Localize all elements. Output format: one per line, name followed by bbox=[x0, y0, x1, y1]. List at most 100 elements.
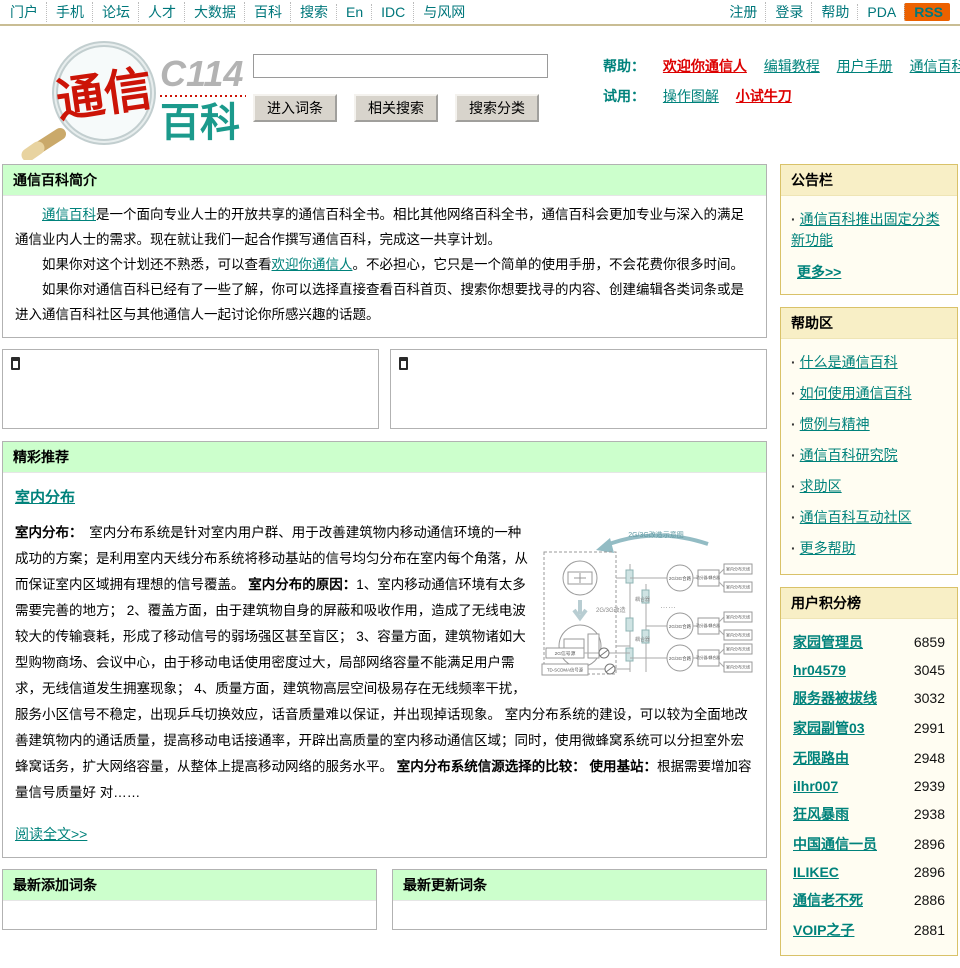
edit-tutorial-link[interactable]: 编辑教程 bbox=[764, 58, 820, 74]
trial-row: 试用： 操作图解 小试牛刀 bbox=[603, 81, 960, 111]
related-search-button[interactable]: 相关搜索 bbox=[354, 94, 438, 122]
enter-entry-button[interactable]: 进入词条 bbox=[253, 94, 337, 122]
help-zone-body: 什么是通信百科 如何使用通信百科 惯例与精神 通信百科研究院 求助区 通信百科互… bbox=[781, 339, 957, 574]
help-label: 帮助： bbox=[603, 58, 645, 74]
logo-brand-text: C114 bbox=[160, 53, 243, 94]
logo-sub-text: 百科 bbox=[160, 101, 240, 145]
article-seg-bold: 室内分布： bbox=[15, 525, 76, 540]
placeholder-row bbox=[2, 349, 767, 429]
help-zone-item: 什么是通信百科 bbox=[791, 347, 949, 378]
leaderboard-user-link[interactable]: ilhr007 bbox=[793, 778, 838, 794]
search-area: 进入词条 相关搜索 搜索分类 bbox=[253, 38, 561, 154]
leaderboard-points: 2939 bbox=[913, 778, 945, 794]
try-it-link[interactable]: 小试牛刀 bbox=[736, 88, 792, 104]
svg-text:2G/3G合路: 2G/3G合路 bbox=[669, 623, 692, 630]
help-zone-link[interactable]: 更多帮助 bbox=[800, 540, 856, 556]
leaderboard-title: 用户积分榜 bbox=[781, 588, 957, 619]
leaderboard-user-link[interactable]: hr04579 bbox=[793, 662, 846, 678]
search-buttons: 进入词条 相关搜索 搜索分类 bbox=[253, 94, 561, 122]
nav-en[interactable]: En bbox=[336, 4, 363, 20]
help-zone-link[interactable]: 通信百科研究院 bbox=[800, 447, 898, 463]
nav-bigdata[interactable]: 大数据 bbox=[184, 2, 236, 22]
help-zone-link[interactable]: 通信百科互动社区 bbox=[800, 509, 912, 525]
site-logo: 通信 C114 百科 bbox=[8, 38, 253, 162]
nav-pda[interactable]: PDA bbox=[857, 4, 896, 20]
nav-login[interactable]: 登录 bbox=[765, 2, 803, 22]
announcement-body: 通信百科推出固定分类新功能 更多>> bbox=[781, 196, 957, 294]
svg-text:室内分布天线: 室内分布天线 bbox=[726, 584, 750, 590]
nav-forum[interactable]: 论坛 bbox=[92, 2, 130, 22]
announcement-more-link[interactable]: 更多>> bbox=[797, 262, 841, 282]
leaderboard-user-link[interactable]: 家园副管03 bbox=[793, 718, 865, 738]
svg-text:2G/3G合路: 2G/3G合路 bbox=[669, 575, 692, 582]
leaderboard-user-link[interactable]: 狂风暴雨 bbox=[793, 804, 849, 824]
leaderboard-points: 2948 bbox=[913, 750, 945, 766]
baike-inline-link[interactable]: 通信百科 bbox=[42, 207, 96, 222]
trial-label: 试用： bbox=[603, 88, 645, 104]
help-zone-box: 帮助区 什么是通信百科 如何使用通信百科 惯例与精神 通信百科研究院 求助区 通… bbox=[780, 307, 958, 575]
svg-text:功分器/耦合器: 功分器/耦合器 bbox=[696, 655, 720, 660]
svg-text:TD-SCDMA信号源: TD-SCDMA信号源 bbox=[547, 667, 584, 674]
leaderboard-row: 狂风暴雨 2938 bbox=[791, 799, 949, 829]
leaderboard-user-link[interactable]: VOIP之子 bbox=[793, 920, 854, 940]
latest-added-body bbox=[3, 901, 376, 929]
main-column: 通信百科简介 通信百科是一个面向专业人士的开放共享的通信百科全书。相比其他网络百… bbox=[2, 164, 767, 968]
bottom-panels: 最新添加词条 最新更新词条 bbox=[2, 869, 767, 930]
featured-panel-body: 室内分布 2G/3G改造示意图 2G/3G改造 耦合器 耦合器 …… 2G/3G… bbox=[3, 473, 766, 857]
welcome-link[interactable]: 欢迎你通信人 bbox=[663, 58, 747, 74]
leaderboard-user-link[interactable]: 中国通信一员 bbox=[793, 834, 877, 854]
nav-portal[interactable]: 门户 bbox=[10, 2, 38, 22]
nav-idc[interactable]: IDC bbox=[371, 4, 405, 20]
operation-guide-link[interactable]: 操作图解 bbox=[663, 88, 719, 104]
help-zone-link[interactable]: 什么是通信百科 bbox=[800, 354, 898, 370]
sidebar: 公告栏 通信百科推出固定分类新功能 更多>> 帮助区 什么是通信百科 如何使用通… bbox=[780, 164, 958, 968]
announcement-link[interactable]: 通信百科推出固定分类新功能 bbox=[791, 211, 940, 248]
leaderboard-row: 中国通信一员 2896 bbox=[791, 829, 949, 859]
help-zone-item: 如何使用通信百科 bbox=[791, 378, 949, 409]
nav-register[interactable]: 注册 bbox=[729, 2, 757, 22]
nav-talent[interactable]: 人才 bbox=[138, 2, 176, 22]
intro-p2-pre: 如果你对这个计划还不熟悉，可以查看 bbox=[42, 257, 272, 272]
leaderboard-row: 服务器被拔线 3032 bbox=[791, 683, 949, 713]
leaderboard-user-link[interactable]: 服务器被拔线 bbox=[793, 688, 877, 708]
svg-text:室内分布天线: 室内分布天线 bbox=[726, 646, 750, 652]
faq-link[interactable]: 通信百科FAQ bbox=[910, 58, 960, 74]
leaderboard-user-link[interactable]: 通信老不死 bbox=[793, 890, 863, 910]
leaderboard-user-link[interactable]: ILIKEC bbox=[793, 864, 839, 880]
help-zone-item: 更多帮助 bbox=[791, 533, 949, 564]
svg-text:室内分布天线: 室内分布天线 bbox=[726, 664, 750, 670]
read-full-article-link[interactable]: 阅读全文>> bbox=[15, 822, 87, 847]
help-zone-link[interactable]: 求助区 bbox=[800, 478, 842, 494]
leaderboard-row: 无限路由 2948 bbox=[791, 743, 949, 773]
search-category-button[interactable]: 搜索分类 bbox=[455, 94, 539, 122]
user-manual-link[interactable]: 用户手册 bbox=[837, 58, 893, 74]
nav-mobile[interactable]: 手机 bbox=[46, 2, 84, 22]
nav-search[interactable]: 搜索 bbox=[290, 2, 328, 22]
leaderboard-user-link[interactable]: 家园管理员 bbox=[793, 632, 863, 652]
help-zone-title: 帮助区 bbox=[781, 308, 957, 339]
help-zone-item: 求助区 bbox=[791, 471, 949, 502]
nav-baike[interactable]: 百科 bbox=[244, 2, 282, 22]
search-input[interactable] bbox=[253, 54, 548, 78]
svg-text:功分器/耦合器: 功分器/耦合器 bbox=[696, 575, 720, 580]
welcome-inline-link[interactable]: 欢迎你通信人 bbox=[272, 257, 353, 272]
leaderboard-row: ILIKEC 2896 bbox=[791, 859, 949, 885]
featured-article-title-link[interactable]: 室内分布 bbox=[15, 485, 75, 510]
rss-badge[interactable]: RSS bbox=[904, 3, 950, 21]
help-zone-item: 通信百科研究院 bbox=[791, 440, 949, 471]
leaderboard-row: 家园副管03 2991 bbox=[791, 713, 949, 743]
latest-updated-title: 最新更新词条 bbox=[393, 870, 766, 901]
nav-help[interactable]: 帮助 bbox=[811, 2, 849, 22]
broken-image-icon bbox=[399, 357, 408, 370]
leaderboard-points: 2881 bbox=[913, 922, 945, 938]
help-zone-link[interactable]: 惯例与精神 bbox=[800, 416, 870, 432]
nav-yufengwang[interactable]: 与风网 bbox=[413, 2, 465, 22]
leaderboard-row: ilhr007 2939 bbox=[791, 773, 949, 799]
latest-added-title: 最新添加词条 bbox=[3, 870, 376, 901]
svg-text:耦合器: 耦合器 bbox=[635, 636, 650, 643]
help-zone-link[interactable]: 如何使用通信百科 bbox=[800, 385, 912, 401]
top-nav-left: 门户 手机 论坛 人才 大数据 百科 搜索 En IDC 与风网 bbox=[10, 2, 465, 22]
svg-text:2G信号源: 2G信号源 bbox=[555, 650, 576, 657]
leaderboard-user-link[interactable]: 无限路由 bbox=[793, 748, 849, 768]
image-placeholder-left bbox=[2, 349, 379, 429]
